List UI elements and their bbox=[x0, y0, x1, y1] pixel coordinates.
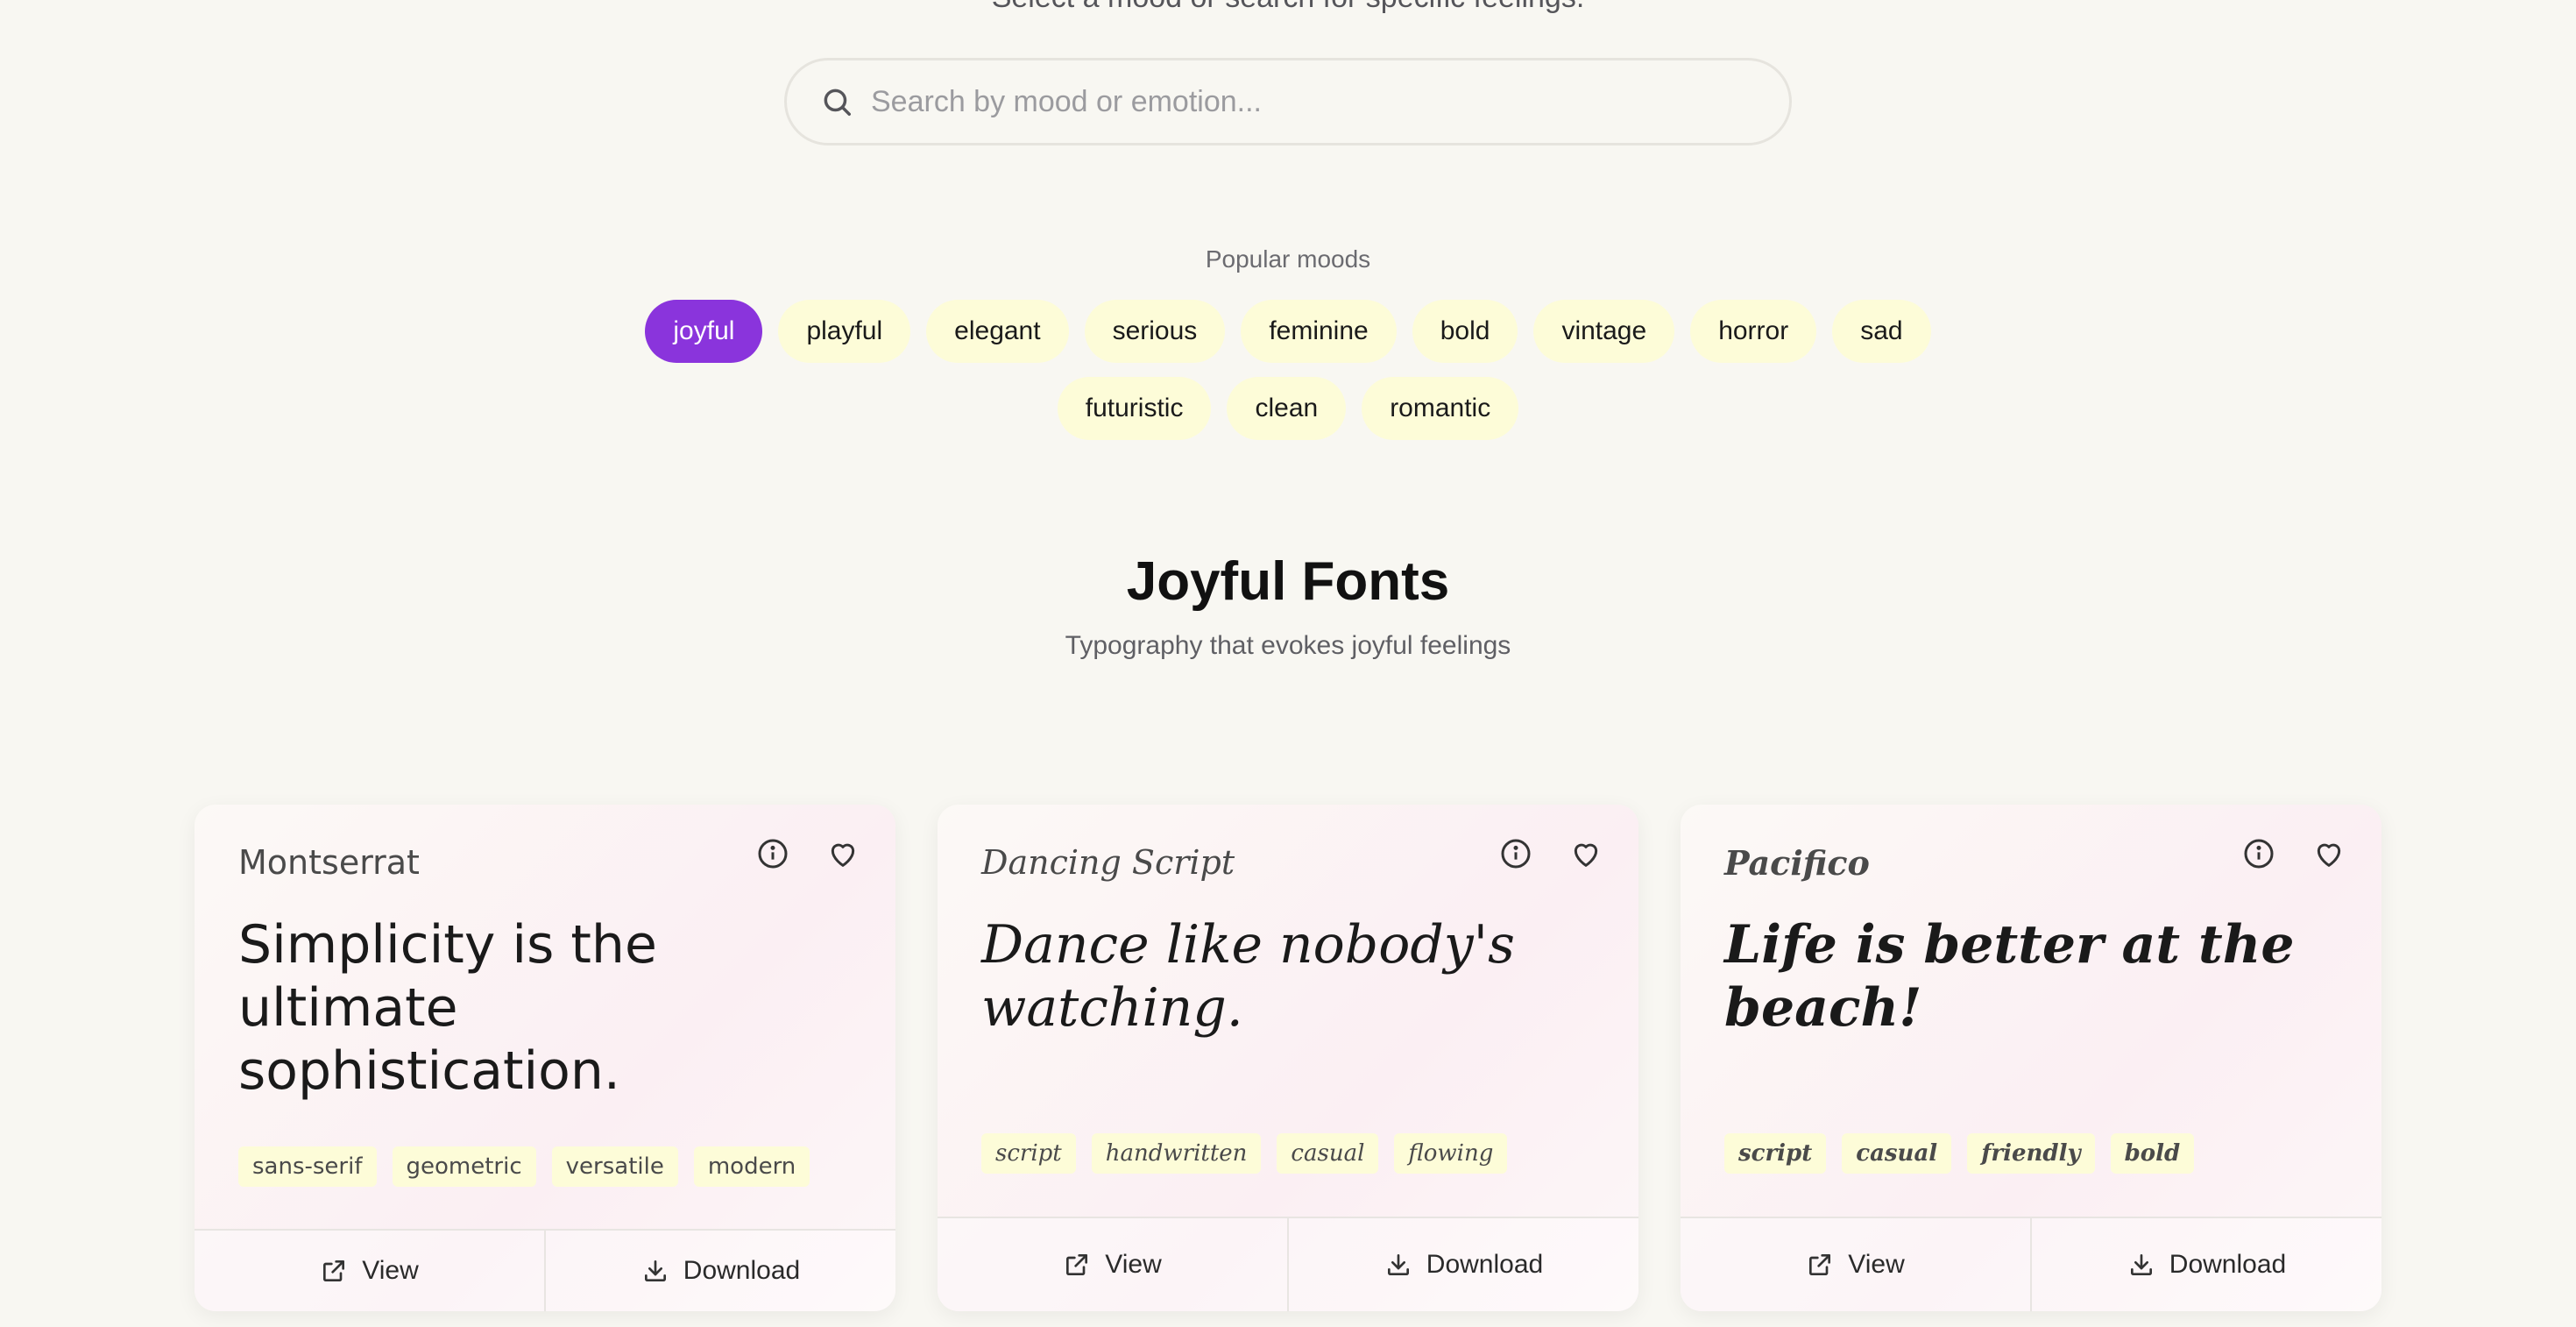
card-icons bbox=[755, 836, 860, 871]
tag[interactable]: casual bbox=[1277, 1133, 1379, 1174]
search-input[interactable] bbox=[871, 60, 1754, 143]
tag[interactable]: geometric bbox=[392, 1146, 536, 1187]
tag[interactable]: friendly bbox=[1967, 1133, 2095, 1174]
download-icon bbox=[2130, 1254, 2152, 1275]
card-actions: View Download bbox=[1681, 1217, 2381, 1311]
page-subtitle: Select a mood or search for specific fee… bbox=[0, 0, 2576, 15]
view-button[interactable]: View bbox=[938, 1218, 1287, 1311]
tag[interactable]: script bbox=[981, 1133, 1076, 1174]
mood-chips-row-2: futuristic clean romantic bbox=[0, 377, 2576, 440]
font-card-montserrat: Montserrat Simplicity is the ultimate so… bbox=[195, 805, 895, 1311]
tag[interactable]: script bbox=[1724, 1133, 1827, 1174]
mood-chip-serious[interactable]: serious bbox=[1084, 300, 1226, 363]
download-button[interactable]: Download bbox=[2030, 1218, 2381, 1311]
external-link-icon bbox=[1809, 1254, 1831, 1275]
card-actions: View Download bbox=[938, 1217, 1638, 1311]
tag[interactable]: flowing bbox=[1394, 1133, 1508, 1174]
font-card-dancing-script: Dancing Script Dance like nobody's watch… bbox=[938, 805, 1638, 1311]
tag[interactable]: bold bbox=[2110, 1133, 2195, 1174]
font-name: Pacifico bbox=[1724, 843, 1870, 883]
font-name: Dancing Script bbox=[981, 843, 1235, 882]
mood-chip-bold[interactable]: bold bbox=[1412, 300, 1518, 363]
popular-moods-label: Popular moods bbox=[1205, 245, 1371, 273]
mood-chip-romantic[interactable]: romantic bbox=[1362, 377, 1519, 440]
mood-chips-row-1: joyful playful elegant serious feminine … bbox=[0, 300, 2576, 363]
mood-chip-feminine[interactable]: feminine bbox=[1241, 300, 1397, 363]
font-name: Montserrat bbox=[238, 843, 420, 882]
info-icon[interactable] bbox=[1498, 836, 1533, 871]
tag[interactable]: handwritten bbox=[1091, 1133, 1262, 1174]
view-label: View bbox=[1105, 1250, 1162, 1279]
font-sample-text: Dance like nobody's watching. bbox=[981, 914, 1515, 1039]
card-actions: View Download bbox=[195, 1229, 895, 1311]
heart-icon[interactable] bbox=[1568, 836, 1603, 871]
view-button[interactable]: View bbox=[195, 1231, 544, 1311]
tag-list: sans-serif geometric versatile modern bbox=[238, 1146, 810, 1187]
font-card-pacifico: Pacifico Life is better at the beach! sc… bbox=[1681, 805, 2381, 1311]
mood-chip-sad[interactable]: sad bbox=[1832, 300, 1931, 363]
section-title: Joyful Fonts bbox=[1126, 551, 1450, 612]
search-bar[interactable] bbox=[784, 58, 1792, 145]
mood-chip-elegant[interactable]: elegant bbox=[926, 300, 1069, 363]
mood-chip-futuristic[interactable]: futuristic bbox=[1057, 377, 1212, 440]
section-subtitle: Typography that evokes joyful feelings bbox=[1065, 631, 1511, 660]
card-icons bbox=[1498, 836, 1603, 871]
tag[interactable]: sans-serif bbox=[238, 1146, 377, 1187]
view-label: View bbox=[1848, 1250, 1905, 1279]
download-icon bbox=[644, 1260, 666, 1281]
tag[interactable]: modern bbox=[693, 1146, 810, 1187]
info-icon[interactable] bbox=[2241, 836, 2276, 871]
heart-icon[interactable] bbox=[825, 836, 860, 871]
font-sample-text: Simplicity is the ultimate sophisticatio… bbox=[238, 914, 657, 1102]
download-label: Download bbox=[1426, 1250, 1544, 1279]
tag-list: script handwritten casual flowing bbox=[981, 1133, 1508, 1174]
download-label: Download bbox=[683, 1256, 801, 1285]
download-button[interactable]: Download bbox=[1287, 1218, 1638, 1311]
tag[interactable]: casual bbox=[1842, 1133, 1952, 1174]
mood-chip-vintage[interactable]: vintage bbox=[1533, 300, 1675, 363]
download-icon bbox=[1387, 1254, 1409, 1275]
card-icons bbox=[2241, 836, 2346, 871]
mood-chip-horror[interactable]: horror bbox=[1690, 300, 1817, 363]
info-icon[interactable] bbox=[755, 836, 790, 871]
mood-chip-playful[interactable]: playful bbox=[778, 300, 911, 363]
external-link-icon bbox=[323, 1260, 345, 1281]
tag[interactable]: versatile bbox=[551, 1146, 678, 1187]
download-button[interactable]: Download bbox=[544, 1231, 895, 1311]
mood-chip-joyful[interactable]: joyful bbox=[645, 300, 763, 363]
tag-list: script casual friendly bold bbox=[1724, 1133, 2195, 1174]
search-icon bbox=[820, 85, 853, 118]
mood-chip-clean[interactable]: clean bbox=[1227, 377, 1347, 440]
download-label: Download bbox=[2169, 1250, 2287, 1279]
heart-icon[interactable] bbox=[2311, 836, 2346, 871]
page: Select a mood or search for specific fee… bbox=[0, 0, 2576, 1327]
view-button[interactable]: View bbox=[1681, 1218, 2030, 1311]
view-label: View bbox=[362, 1256, 419, 1285]
external-link-icon bbox=[1066, 1254, 1088, 1275]
font-sample-text: Life is better at the beach! bbox=[1724, 914, 2295, 1039]
